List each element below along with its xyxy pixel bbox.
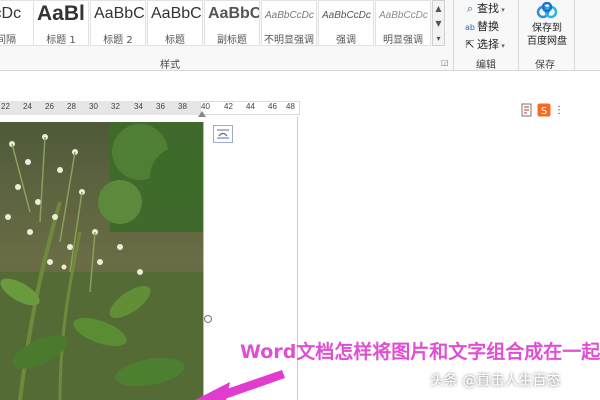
style-name: 强调 [336, 35, 356, 46]
save-button-line2: 百度网盘 [527, 36, 567, 47]
ruler-tick: 30 [89, 102, 98, 111]
style-name: 间隔 [0, 35, 16, 46]
style-sample: AaBbCcDc [265, 10, 314, 21]
style-tile-title[interactable]: AaBbC 标题 [147, 0, 203, 46]
ruler-tick: 34 [134, 102, 143, 111]
sogou-input-icon[interactable]: S [537, 103, 551, 117]
group-divider [453, 0, 454, 70]
style-name: 副标题 [217, 35, 247, 46]
style-sample: AaBbC [151, 5, 202, 22]
layout-options-icon [217, 129, 229, 139]
ruler-tick: 24 [23, 102, 32, 111]
save-group-label: 保存 [535, 60, 555, 71]
style-tile-heading-2[interactable]: AaBbC 标题 2 [90, 0, 146, 46]
ruler-tick: 22 [1, 102, 10, 111]
style-name: 不明显强调 [264, 35, 314, 46]
scroll-up-icon[interactable]: ▲ [433, 1, 444, 16]
scroll-down-icon[interactable]: ▼ [433, 16, 444, 31]
layout-options-button[interactable] [213, 125, 233, 143]
ruler-tick: 48 [286, 102, 295, 111]
replace-label: 替换 [477, 20, 499, 33]
quick-tools: S ⋮ [520, 102, 564, 117]
ruler-tick: 36 [156, 102, 165, 111]
photo-image [0, 122, 203, 400]
styles-gallery-scroll[interactable]: ▲ ▼ ▾ [432, 0, 445, 46]
ruler-tick: 38 [178, 102, 187, 111]
cloud-drive-icon [536, 2, 558, 19]
image-resize-handle[interactable] [204, 315, 212, 323]
ruler-tick: 44 [246, 102, 255, 111]
style-tile-subtitle[interactable]: AaBbC 副标题 [204, 0, 260, 46]
select-cursor-icon: ⇱ [465, 38, 475, 51]
document-edit-icon[interactable] [520, 103, 534, 117]
style-tile-subtle-emphasis[interactable]: AaBbCcDc 不明显强调 [261, 0, 317, 46]
ruler-tick: 42 [224, 102, 233, 111]
image-selection-border [203, 122, 204, 400]
style-name: 标题 2 [103, 35, 133, 46]
replace-button[interactable]: ab 替换 [463, 18, 499, 34]
svg-text:S: S [541, 106, 547, 117]
styles-group-label: 样式 [160, 60, 180, 71]
style-sample: AaBl [37, 2, 85, 25]
plant-photo[interactable] [0, 122, 203, 400]
style-tile-spacing[interactable]: CcDc 间隔 [0, 0, 34, 46]
search-icon: ⌕ [466, 2, 474, 15]
ruler-tick: 40 [201, 102, 210, 111]
style-name: 标题 1 [46, 35, 76, 46]
style-tile-intense-emphasis[interactable]: AaBbCcDc 明显强调 [375, 0, 431, 46]
ribbon: CcDc 间隔 AaBl 标题 1 AaBbC 标题 2 AaBbC 标题 Aa… [0, 0, 600, 71]
find-label: 查找 [477, 2, 499, 15]
style-tile-heading-1[interactable]: AaBl 标题 1 [33, 0, 89, 46]
group-divider [574, 0, 575, 70]
ruler-tick: 46 [268, 102, 277, 111]
style-name: 标题 [165, 35, 185, 46]
more-options-icon[interactable]: ⋮ [554, 105, 564, 116]
style-sample: AaBbC [94, 5, 145, 22]
style-sample: AaBbCcDc [379, 10, 428, 21]
ruler-tick: 26 [45, 102, 54, 111]
dialog-launcher-icon[interactable]: ◲ [441, 58, 449, 67]
save-button-line1: 保存到 [532, 23, 562, 34]
ruler-tick: 32 [111, 102, 120, 111]
document-caption: Word文档怎样将图片和文字组合成在一起 [240, 341, 600, 363]
find-button[interactable]: ⌕ 查找 ▾ [463, 0, 505, 16]
style-sample: CcDc [0, 5, 22, 22]
style-sample: AaBbCcDc [322, 10, 371, 21]
select-button[interactable]: ⇱ 选择 ▾ [463, 36, 504, 52]
replace-icon: ab [465, 23, 475, 32]
ruler-tick: 28 [67, 102, 76, 111]
edit-group-label: 编辑 [476, 60, 496, 71]
style-sample: AaBbC [208, 5, 260, 22]
save-to-baidu-button[interactable]: 保存到 百度网盘 [522, 2, 572, 48]
style-name: 明显强调 [383, 35, 423, 46]
gallery-more-icon[interactable]: ▾ [433, 31, 444, 46]
indent-marker[interactable] [198, 111, 206, 117]
group-divider [518, 0, 519, 70]
select-label: 选择 [477, 38, 499, 51]
watermark-text: 头条 @直击人生百态 [430, 373, 561, 389]
style-tile-emphasis[interactable]: AaBbCcDc 强调 [318, 0, 374, 46]
